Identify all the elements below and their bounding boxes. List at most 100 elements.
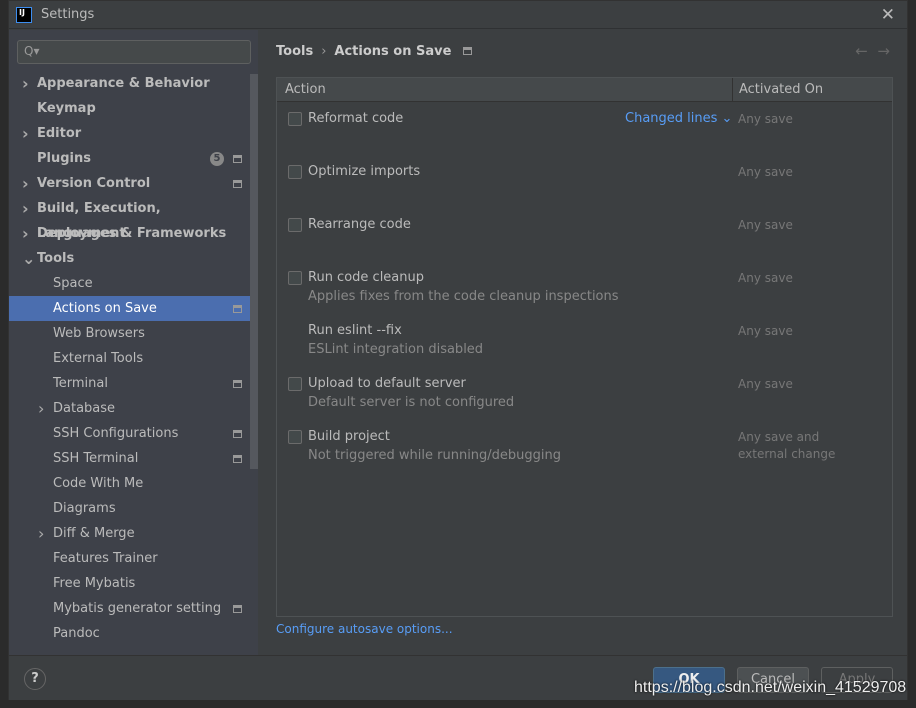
chevron-right-icon[interactable]: › xyxy=(38,396,44,421)
action-description: Not triggered while running/debugging xyxy=(308,448,562,463)
close-icon[interactable]: ✕ xyxy=(881,5,895,25)
table-row: Run eslint --fix ESLint integration disab… xyxy=(277,315,892,368)
project-settings-icon xyxy=(233,605,242,613)
title-bar: IJ Settings ✕ xyxy=(9,1,907,29)
action-label: Run code cleanup xyxy=(308,270,424,285)
chevron-right-icon[interactable]: › xyxy=(22,196,29,221)
sidebar-item[interactable]: Free Mybatis xyxy=(9,571,250,596)
project-settings-icon xyxy=(233,155,242,163)
search-input[interactable]: Q▾ xyxy=(17,40,251,64)
action-checkbox[interactable] xyxy=(288,377,302,391)
sidebar-item-label: Appearance & Behavior xyxy=(37,76,210,91)
sidebar-item[interactable]: Keymap xyxy=(9,96,250,121)
action-label: Upload to default server xyxy=(308,376,466,391)
sidebar-item-label: Space xyxy=(53,276,93,291)
sidebar-item[interactable]: › Languages & Frameworks xyxy=(9,221,250,246)
sidebar-item-label: Terminal xyxy=(53,376,108,391)
update-count-badge: 5 xyxy=(210,152,224,166)
chevron-right-icon[interactable]: › xyxy=(22,221,29,246)
sidebar-item[interactable]: Terminal xyxy=(9,371,250,396)
chevron-right-icon[interactable]: › xyxy=(22,71,29,96)
search-icon: Q▾ xyxy=(24,44,40,58)
project-settings-icon xyxy=(233,430,242,438)
action-checkbox[interactable] xyxy=(288,218,302,232)
sidebar-item-label: SSH Terminal xyxy=(53,451,139,466)
sidebar-item[interactable]: Code With Me xyxy=(9,471,250,496)
action-label: Rearrange code xyxy=(308,217,411,232)
table-row: Run code cleanup Applies fixes from the c… xyxy=(277,262,892,315)
sidebar-item[interactable]: Features Trainer xyxy=(9,546,250,571)
sidebar-item[interactable]: SSH Terminal xyxy=(9,446,250,471)
sidebar-item[interactable]: SSH Configurations xyxy=(9,421,250,446)
sidebar-item[interactable]: Pandoc xyxy=(9,621,250,646)
sidebar-item-label: Free Mybatis xyxy=(53,576,136,591)
sidebar-item-label: Actions on Save xyxy=(53,301,157,316)
sidebar-item-label: Version Control xyxy=(37,176,151,191)
table-row: Upload to default server Default server i… xyxy=(277,368,892,421)
column-activated-on[interactable]: Activated On xyxy=(732,78,823,102)
project-settings-icon xyxy=(233,380,242,388)
sidebar-item[interactable]: Space xyxy=(9,271,250,296)
chevron-down-icon[interactable]: ⌄ xyxy=(22,246,35,271)
sidebar-item[interactable]: Diagrams xyxy=(9,496,250,521)
actions-table: Action Activated On Reformat code Changed… xyxy=(276,77,893,617)
sidebar-item[interactable]: › Appearance & Behavior xyxy=(9,71,250,96)
back-arrow-icon[interactable]: ← xyxy=(855,42,868,60)
sidebar-item[interactable]: › Version Control xyxy=(9,171,250,196)
table-row: Reformat code Changed lines ⌄ Any save xyxy=(277,103,892,156)
action-description: Default server is not configured xyxy=(308,395,515,410)
sidebar-item[interactable]: › Database xyxy=(9,396,250,421)
sidebar-item[interactable]: › Diff & Merge xyxy=(9,521,250,546)
sidebar-item-label: Tools xyxy=(37,251,75,266)
configure-autosave-link[interactable]: Configure autosave options... xyxy=(276,622,453,636)
action-label: Build project xyxy=(308,429,390,444)
settings-sidebar: Q▾ › Appearance & Behavior Keymap › Editor Pl… xyxy=(9,30,258,655)
sidebar-item-label: Plugins xyxy=(37,151,91,166)
table-row: Build project Not triggered while running… xyxy=(277,421,892,474)
activated-on-value: Any save and external change xyxy=(738,430,836,461)
sidebar-item-label: Database xyxy=(53,401,116,416)
sidebar-item-label: Diagrams xyxy=(53,501,116,516)
changed-lines-dropdown[interactable]: Changed lines ⌄ xyxy=(625,111,732,126)
action-label: Reformat code xyxy=(308,111,404,126)
activated-on-value: Any save xyxy=(738,377,793,391)
intellij-logo-icon: IJ xyxy=(16,6,32,23)
activated-on-value: Any save xyxy=(738,271,793,285)
table-row: Optimize imports Any save xyxy=(277,156,892,209)
sidebar-item-label: SSH Configurations xyxy=(53,426,179,441)
action-checkbox[interactable] xyxy=(288,112,302,126)
table-row: Rearrange code Any save xyxy=(277,209,892,262)
chevron-right-icon[interactable]: › xyxy=(38,521,44,546)
action-checkbox[interactable] xyxy=(288,165,302,179)
project-settings-icon xyxy=(233,180,242,188)
sidebar-item-label: Pandoc xyxy=(53,626,100,641)
breadcrumb-separator: › xyxy=(321,44,327,59)
sidebar-item[interactable]: › Editor xyxy=(9,121,250,146)
sidebar-item-label: Code With Me xyxy=(53,476,144,491)
sidebar-item[interactable]: › Build, Execution, Deployment xyxy=(9,196,250,241)
column-action[interactable]: Action xyxy=(285,78,326,102)
sidebar-item[interactable]: ⌄ Tools xyxy=(9,246,250,271)
help-button[interactable]: ? xyxy=(24,668,46,690)
window-title: Settings xyxy=(41,7,95,22)
sidebar-item-label: Diff & Merge xyxy=(53,526,135,541)
sidebar-scrollbar[interactable] xyxy=(250,74,258,469)
action-checkbox[interactable] xyxy=(288,271,302,285)
activated-on-value: Any save xyxy=(738,112,793,126)
sidebar-item[interactable]: Mybatis generator setting xyxy=(9,596,250,621)
breadcrumb-tools[interactable]: Tools xyxy=(276,44,313,59)
action-label: Optimize imports xyxy=(308,164,421,179)
sidebar-item-label: Web Browsers xyxy=(53,326,145,341)
settings-dialog: IJ Settings ✕ Q▾ › Appearance & Behavior K… xyxy=(8,0,908,700)
sidebar-item[interactable]: Plugins 5 xyxy=(9,146,250,171)
sidebar-item[interactable]: Actions on Save xyxy=(9,296,258,321)
forward-arrow-icon[interactable]: → xyxy=(877,42,890,60)
breadcrumb-current: Actions on Save xyxy=(334,44,452,59)
project-settings-icon xyxy=(233,305,242,313)
action-checkbox[interactable] xyxy=(288,430,302,444)
chevron-right-icon[interactable]: › xyxy=(22,121,29,146)
sidebar-item[interactable]: External Tools xyxy=(9,346,250,371)
sidebar-item[interactable]: Web Browsers xyxy=(9,321,250,346)
action-description: Applies fixes from the code cleanup insp… xyxy=(308,289,619,304)
chevron-right-icon[interactable]: › xyxy=(22,171,29,196)
